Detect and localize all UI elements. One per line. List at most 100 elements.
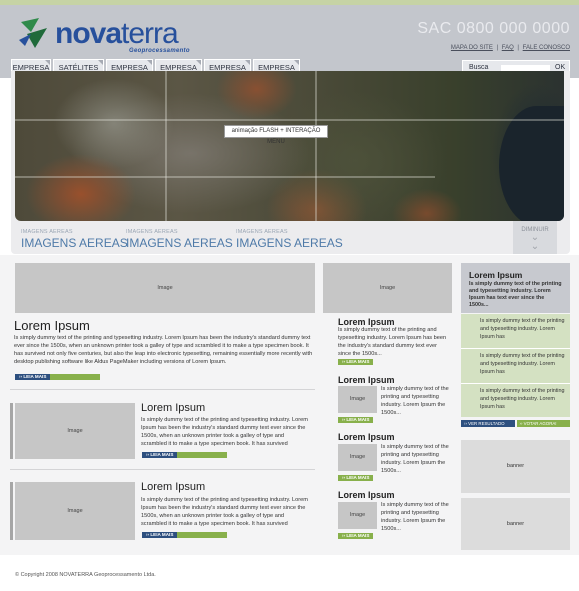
search-label: Busca (469, 64, 489, 71)
banner-ad[interactable]: banner (461, 440, 570, 493)
article-title: Lorem Ipsum (141, 481, 206, 493)
leia-mais-label: LEIA MAIS (346, 475, 370, 480)
image-nav-item[interactable]: IMAGENS AEREAS IMAGENS AEREAS (126, 229, 233, 250)
poll-option-text: Is simply dummy text of the printing and… (480, 388, 565, 410)
poll-option[interactable]: Is simply dummy text of the printing and… (461, 314, 570, 348)
middle-item-title: Lorem Ipsum (338, 432, 395, 442)
poll-option[interactable]: Is simply dummy text of the printing and… (461, 384, 570, 417)
leia-mais-bar (177, 532, 227, 538)
article-title: Lorem Ipsum (141, 402, 206, 414)
link-separator: | (517, 45, 519, 51)
image-nav-big: IMAGENS AEREAS (236, 236, 343, 250)
link-fale-conosco[interactable]: FALE CONOSCO (523, 45, 570, 51)
votar-agora-button[interactable]: ›› VOTAR AGORA! (516, 420, 570, 427)
leia-mais-button[interactable]: ›› LEIA MAIS (142, 532, 178, 538)
diminuir-button[interactable]: DIMINUIR ⌄ ⌄ (513, 221, 557, 254)
middle-item-text: Is simply dummy text of the printing and… (381, 386, 449, 416)
image-nav-small: IMAGENS AEREAS (126, 229, 178, 235)
leia-mais-label: LEIA MAIS (150, 532, 174, 537)
article-leia-mais[interactable]: ›› LEIA MAIS (142, 532, 227, 538)
leia-mais-label: LEIA MAIS (23, 374, 47, 379)
ver-resultado-label: VER RESULTADO (468, 421, 505, 426)
middle-item-leia-mais[interactable]: ›› LEIA MAIS (338, 533, 380, 539)
poll-option-text: Is simply dummy text of the printing and… (480, 318, 565, 340)
link-faq[interactable]: FAQ (502, 45, 514, 51)
road-line (15, 176, 435, 178)
image-nav-item[interactable]: IMAGENS AEREAS IMAGENS AEREAS (21, 229, 128, 250)
footer-copyright: © Copyright 2008 NOVATERRA Geoprocessame… (15, 572, 156, 578)
ver-resultado-button[interactable]: ›› VER RESULTADO (461, 420, 515, 427)
poll-question: Is simply dummy text of the printing and… (469, 281, 562, 308)
satellite-image (15, 71, 564, 221)
middle-item-title: Lorem Ipsum (338, 490, 395, 500)
middle-item-image: Image (338, 502, 377, 529)
leia-mais-button[interactable]: ›› LEIA MAIS (338, 475, 374, 481)
leia-mais-bar (50, 374, 100, 380)
link-separator: | (496, 45, 499, 51)
image-nav-big: IMAGENS AEREAS (126, 236, 233, 250)
middle-item-text: Is simply dummy text of the printing and… (381, 502, 449, 532)
leia-mais-bar (177, 452, 227, 458)
road-line (15, 119, 564, 121)
banner-ad[interactable]: banner (461, 498, 570, 550)
leia-mais-label: LEIA MAIS (346, 359, 370, 364)
leia-mais-label: LEIA MAIS (346, 417, 370, 422)
article-accent-bar (10, 482, 13, 540)
article-leia-mais[interactable]: ›› LEIA MAIS (142, 452, 227, 458)
leia-mais-button[interactable]: ›› LEIA MAIS (142, 452, 178, 458)
header: novaterra Geoprocessamento SAC 0800 000 … (0, 5, 579, 78)
leia-mais-button[interactable]: ›› LEIA MAIS (338, 417, 374, 423)
middle-item-image: Image (338, 444, 377, 471)
road-line (165, 71, 167, 221)
article-text: Is simply dummy text of the printing and… (141, 497, 308, 527)
image-nav-small: IMAGENS AEREAS (21, 229, 73, 235)
poll-option-text: Is simply dummy text of the printing and… (480, 353, 565, 375)
middle-item-image: Image (338, 386, 377, 413)
flash-menu-placeholder[interactable]: animação FLASH + INTERAÇÃO MENU (224, 125, 328, 145)
brand-name-part1: nova (55, 17, 122, 50)
feature-image: Image (15, 263, 315, 313)
image-nav-item[interactable]: IMAGENS AEREAS IMAGENS AEREAS (236, 229, 343, 250)
middle-image: Image (323, 263, 452, 313)
image-nav-small: IMAGENS AEREAS (236, 229, 288, 235)
leia-mais-button[interactable]: ›› LEIA MAIS (338, 359, 374, 365)
leia-mais-button[interactable]: ›› LEIA MAIS (338, 533, 374, 539)
middle-item-leia-mais[interactable]: ›› LEIA MAIS (338, 475, 380, 481)
divider (10, 469, 315, 470)
poll-header: Lorem Ipsum Is simply dummy text of the … (461, 263, 570, 313)
road-line (315, 71, 317, 221)
search-ok-button[interactable]: OK (555, 64, 565, 71)
article-image: Image (15, 403, 135, 459)
brand-name-part2: terra (121, 17, 179, 50)
poll-option[interactable]: Is simply dummy text of the printing and… (461, 349, 570, 383)
article-text: Is simply dummy text of the printing and… (141, 417, 308, 447)
leaf-logo-icon (19, 18, 47, 48)
leia-mais-label: LEIA MAIS (346, 533, 370, 538)
middle-item-title: Lorem Ipsum (338, 375, 395, 385)
article-accent-bar (10, 403, 13, 459)
sac-phone: SAC 0800 000 0000 (417, 20, 570, 37)
middle-item-text: Is simply dummy text of the printing and… (381, 444, 449, 474)
leia-mais-label: LEIA MAIS (150, 452, 174, 457)
feature-leia-mais[interactable]: ›› LEIA MAIS (15, 374, 100, 380)
feature-title: Lorem Ipsum (14, 318, 90, 333)
link-mapa-do-site[interactable]: MAPA DO SITE (451, 45, 493, 51)
middle-leia-mais[interactable]: ›› LEIA MAIS (338, 359, 380, 365)
article-image: Image (15, 482, 135, 540)
top-links: MAPA DO SITE | FAQ | FALE CONOSCO (451, 45, 570, 51)
chevron-down-icon: ⌄ ⌄ (530, 232, 540, 252)
image-category-nav: IMAGENS AEREAS IMAGENS AEREAS IMAGENS AE… (11, 221, 570, 254)
sidebar: Lorem Ipsum Is simply dummy text of the … (461, 263, 570, 550)
lake-shape (499, 106, 564, 221)
middle-text: Is simply dummy text of the printing and… (338, 327, 447, 357)
brand-tagline: Geoprocessamento (129, 48, 190, 54)
feature-text: Is simply dummy text of the printing and… (14, 335, 313, 365)
logo[interactable]: novaterra Geoprocessamento (17, 15, 192, 55)
poll-title: Lorem Ipsum (469, 270, 523, 280)
leia-mais-button[interactable]: ›› LEIA MAIS (15, 374, 51, 380)
votar-agora-label: VOTAR AGORA! (523, 421, 557, 426)
brand-name: novaterra (55, 17, 179, 50)
image-nav-big: IMAGENS AEREAS (21, 236, 128, 250)
divider (10, 389, 315, 390)
middle-item-leia-mais[interactable]: ›› LEIA MAIS (338, 417, 380, 423)
